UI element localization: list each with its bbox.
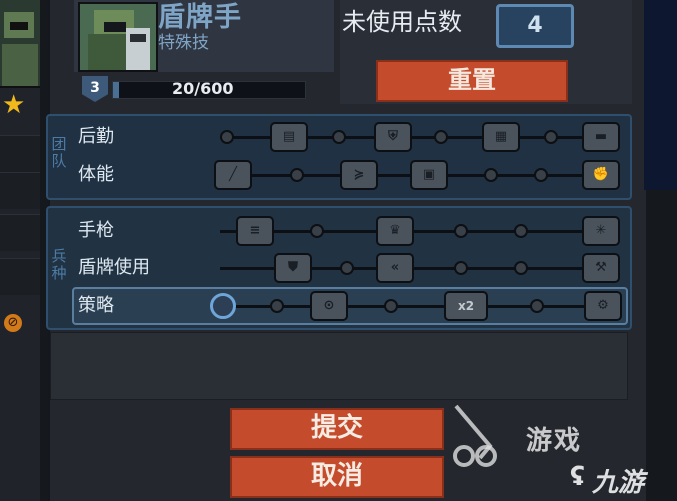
blocks-icon[interactable]: ▣ (410, 160, 448, 190)
side-portrait[interactable] (0, 0, 40, 88)
watermark-brand: 九游 (592, 468, 645, 498)
submit-button[interactable]: 提交 (230, 408, 444, 450)
class-subtitle: 特殊技 (158, 33, 209, 53)
shield-icon[interactable]: ⛊ (274, 253, 312, 283)
section-team-label: 团队 (51, 135, 67, 170)
roster-row (0, 214, 40, 251)
skill-row-pistol[interactable]: 手枪 ≡ ♛ ✳ (74, 214, 626, 248)
gear-icon[interactable]: ⚙ (584, 291, 622, 321)
cancel-button[interactable]: 取消 (230, 456, 444, 498)
xp-text: 20/600 (172, 79, 234, 98)
track-dot (534, 168, 548, 182)
row-label: 体能 (78, 164, 114, 185)
track-dot (384, 299, 398, 313)
burst-icon[interactable]: ✳ (582, 216, 620, 246)
track-dot (332, 130, 346, 144)
x2-badge[interactable]: x2 (444, 291, 488, 321)
watermark-logo-icon (450, 400, 510, 470)
roster-row (0, 258, 40, 295)
watermark-text: 游戏 (526, 426, 583, 456)
row-track (220, 230, 612, 233)
track-dot (514, 224, 528, 238)
track-dot (514, 261, 528, 275)
track-dot (220, 130, 234, 144)
star-icon: ★ (2, 90, 26, 120)
row-label: 后勤 (78, 126, 114, 147)
track-dot (310, 224, 324, 238)
chevrons-icon[interactable]: « (376, 253, 414, 283)
row-label: 策略 (78, 295, 114, 316)
crown-icon[interactable]: ♛ (376, 216, 414, 246)
description-box (50, 332, 628, 400)
track-dot (530, 299, 544, 313)
active-skill-node[interactable] (210, 293, 236, 319)
fist-icon[interactable]: ✊ (582, 160, 620, 190)
section-class-label: 兵种 (51, 247, 67, 282)
row-label: 手枪 (78, 220, 114, 241)
reset-button[interactable]: 重置 (376, 60, 568, 102)
row-label: 盾牌使用 (78, 257, 150, 278)
skill-row-shield[interactable]: 盾牌使用 ⛊ « ⚒ (74, 251, 626, 285)
cannon-icon[interactable]: ⊙ (310, 291, 348, 321)
ammo-icon[interactable]: ≡ (236, 216, 274, 246)
background-strip (644, 0, 677, 190)
class-title: 盾牌手 (158, 2, 242, 33)
arrows-icon[interactable]: ≽ (340, 160, 378, 190)
track-dot (454, 261, 468, 275)
skill-row-tactics[interactable]: 策略 ⊙ x2 ⚙ (72, 287, 628, 325)
grid-icon[interactable]: ▦ (482, 122, 520, 152)
track-dot (544, 130, 558, 144)
track-dot (434, 130, 448, 144)
track-dot (340, 261, 354, 275)
xp-bar-fill (113, 82, 119, 98)
watermark-mark-icon: ʢ (570, 462, 585, 492)
crate-icon[interactable]: ▬ (582, 122, 620, 152)
supply-icon[interactable]: ▤ (270, 122, 308, 152)
shield-plus-icon[interactable]: ⛨ (374, 122, 412, 152)
unused-points-label: 未使用点数 (342, 8, 462, 36)
roster-row (0, 172, 40, 209)
track-dot (484, 168, 498, 182)
soldier-portrait (78, 2, 158, 72)
wrench-icon[interactable]: ⚒ (582, 253, 620, 283)
knife-icon[interactable]: ╱ (214, 160, 252, 190)
track-dot (290, 168, 304, 182)
skill-row-logistics[interactable]: 后勤 ▤ ⛨ ▦ ▬ (74, 120, 626, 154)
track-dot (270, 299, 284, 313)
track-dot (454, 224, 468, 238)
unused-points-value: 4 (496, 4, 574, 48)
roster-row (0, 135, 40, 172)
skill-row-physique[interactable]: 体能 ╱ ≽ ▣ ✊ (74, 158, 626, 192)
forbidden-icon: ⊘ (4, 314, 22, 332)
